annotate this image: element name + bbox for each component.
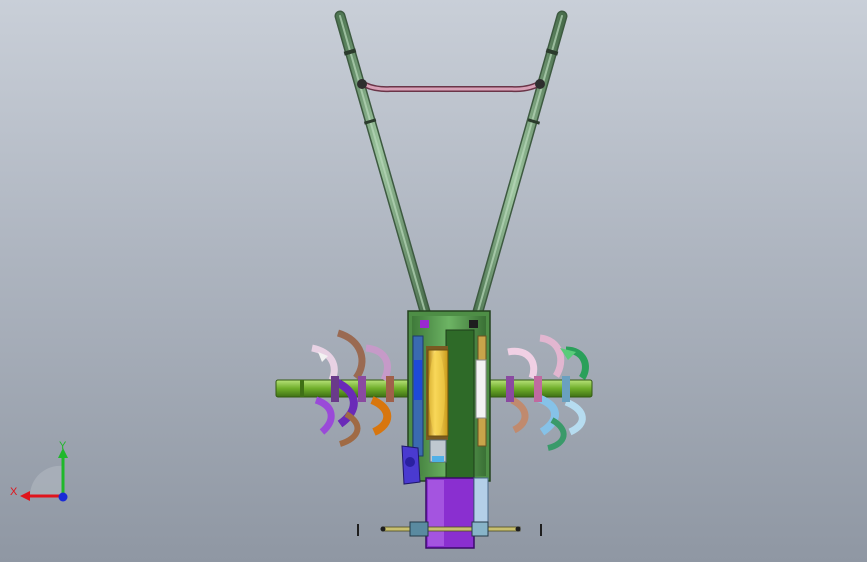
handle-crossbar[interactable] [357,79,545,93]
reference-triad: Y X [8,438,88,508]
x-axis-arrowhead [20,491,30,501]
motor-housing[interactable] [425,477,489,549]
main-frame[interactable] [407,310,491,482]
handlebar-left[interactable] [334,10,434,328]
x-axis-label: X [10,486,18,498]
tiller-model[interactable] [0,0,867,562]
drive-drum[interactable] [426,346,449,440]
handlebar-right[interactable] [469,10,568,328]
y-axis-label: Y [59,440,67,452]
graphics-viewport[interactable]: Y X [0,0,867,562]
z-axis-dot [58,492,68,502]
